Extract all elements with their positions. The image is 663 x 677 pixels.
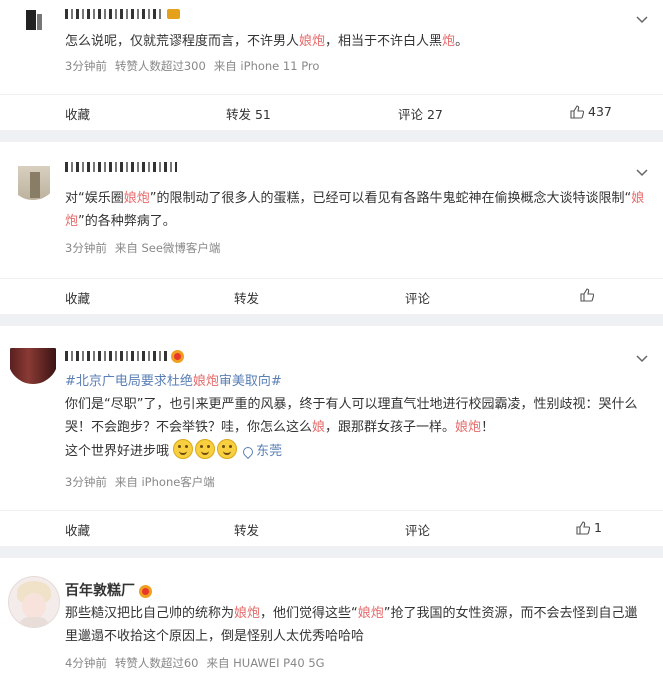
post-text: #北京广电局要求杜绝娘炮审美取向# 你们是“尽职”了，也引来更严重的风暴，终于有… <box>65 370 649 463</box>
smile-emoji-icon <box>195 439 216 459</box>
thumbs-up-icon <box>576 520 590 535</box>
action-bar: 收藏 转发 评论 1 <box>0 510 663 547</box>
comment-button[interactable]: 评论 27 <box>398 104 443 123</box>
post-text: 对“娱乐圈娘炮”的限制动了很多人的蛋糕，已经可以看见有各路牛鬼蛇神在偷换概念大谈… <box>65 191 645 229</box>
like-button[interactable] <box>580 288 598 302</box>
thumbs-up-icon <box>570 104 584 119</box>
vip-badge-icon <box>139 584 152 598</box>
post-text: 那些糙汉把比自己帅的统称为娘炮，他们觉得这些“娘炮”抢了我国的女性资源，而不会去… <box>65 606 638 644</box>
member-crown-icon <box>167 9 180 19</box>
repost-button[interactable]: 转发 51 <box>226 104 271 123</box>
collect-button[interactable]: 收藏 <box>65 520 90 539</box>
weibo-comment-feed: 怎么说呢，仅就荒谬程度而言，不许男人娘炮，相当于不许白人黑炮。 3分钟前 转赞人数… <box>0 0 663 677</box>
avatar[interactable] <box>8 0 58 42</box>
username[interactable]: 百年敦糕厂 <box>65 580 152 600</box>
avatar[interactable] <box>8 150 58 200</box>
post-meta: 4分钟前 转赞人数超过60 来自 HUAWEI P40 5G <box>65 656 325 670</box>
like-button[interactable]: 1 <box>576 520 602 535</box>
chevron-down-icon[interactable] <box>635 351 649 365</box>
location-pin-icon <box>241 444 256 459</box>
topic-link[interactable]: #北京广电局要求杜绝娘炮审美取向# <box>65 370 649 393</box>
chevron-down-icon[interactable] <box>635 12 649 26</box>
post-meta: 3分钟前 来自 iPhone客户端 <box>65 475 215 489</box>
username[interactable] <box>65 348 184 364</box>
post-card: #北京广电局要求杜绝娘炮审美取向# 你们是“尽职”了，也引来更严重的风暴，终于有… <box>0 326 663 546</box>
post-meta: 3分钟前 来自 See微博客户端 <box>65 241 221 255</box>
post-card: 百年敦糕厂 那些糙汉把比自己帅的统称为娘炮，他们觉得这些“娘炮”抢了我国的女性资… <box>0 558 663 677</box>
collect-button[interactable]: 收藏 <box>65 104 90 123</box>
location-link[interactable]: 东莞 <box>256 444 282 459</box>
comment-button[interactable]: 评论 <box>405 288 430 307</box>
like-button[interactable]: 437 <box>570 104 612 119</box>
action-bar: 收藏 转发 评论 <box>0 278 663 315</box>
vip-badge-icon <box>171 349 184 363</box>
action-bar: 收藏 转发 51 评论 27 437 <box>0 94 663 131</box>
repost-button[interactable]: 转发 <box>234 288 259 307</box>
smile-emoji-icon <box>217 439 238 459</box>
smile-emoji-icon <box>173 439 194 459</box>
post-meta: 3分钟前 转赞人数超过300 来自 iPhone 11 Pro <box>65 59 320 73</box>
collect-button[interactable]: 收藏 <box>65 288 90 307</box>
username[interactable] <box>65 6 180 22</box>
thumbs-up-icon <box>580 288 594 302</box>
post-card: 怎么说呢，仅就荒谬程度而言，不许男人娘炮，相当于不许白人黑炮。 3分钟前 转赞人数… <box>0 0 663 130</box>
comment-button[interactable]: 评论 <box>405 520 430 539</box>
avatar[interactable] <box>8 334 58 384</box>
chevron-down-icon[interactable] <box>635 165 649 179</box>
username[interactable] <box>65 159 177 175</box>
post-card: 对“娱乐圈娘炮”的限制动了很多人的蛋糕，已经可以看见有各路牛鬼蛇神在偷换概念大谈… <box>0 142 663 314</box>
repost-button[interactable]: 转发 <box>234 520 259 539</box>
avatar[interactable] <box>8 576 60 628</box>
post-text: 怎么说呢，仅就荒谬程度而言，不许男人娘炮，相当于不许白人黑炮。 <box>65 34 469 49</box>
